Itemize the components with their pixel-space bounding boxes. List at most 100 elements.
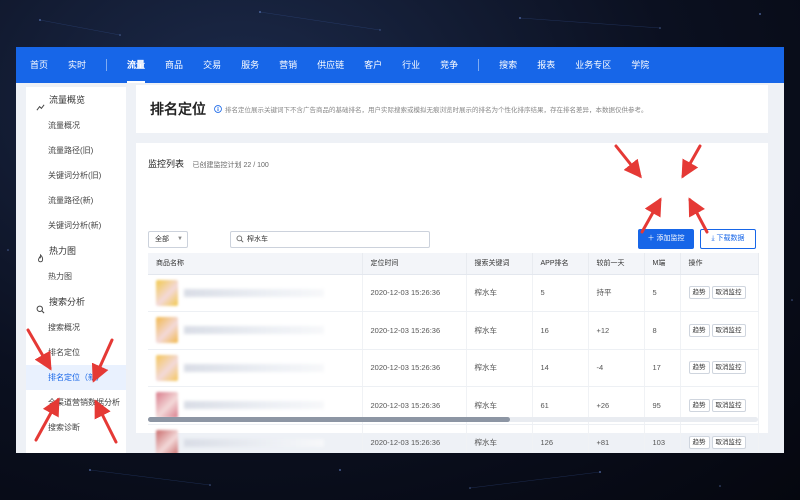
horizontal-scrollbar[interactable] <box>148 417 758 422</box>
app-window: 首页 实时 流量 商品 交易 服务 营销 供应链 客户 行业 竞争 搜索 报表 业务专区 学院 流量概览 流量… <box>16 47 784 453</box>
nav-item[interactable]: 搜索 <box>499 47 517 83</box>
add-monitor-button[interactable]: ＋ 添加监控 <box>638 229 694 249</box>
list-title-text: 监控列表 <box>148 159 185 169</box>
plan-count-label: 已创建监控计划 <box>192 162 242 169</box>
nav-item[interactable]: 供应链 <box>317 47 344 83</box>
scrollbar-thumb[interactable] <box>148 417 510 422</box>
nav-item[interactable]: 业务专区 <box>575 47 611 83</box>
column-header: 定位时间 <box>362 253 467 275</box>
nav-item[interactable]: 学院 <box>631 47 649 83</box>
sidebar-item[interactable]: 热力图 <box>26 264 126 289</box>
filter-select[interactable]: 全部 ▼ <box>148 231 188 248</box>
app-rank-cell: 16 <box>532 311 589 350</box>
column-header: 商品名称 <box>148 253 363 275</box>
product-name-blurred <box>184 363 324 372</box>
column-header: 搜索关键词 <box>466 253 533 275</box>
sidebar-group-header[interactable]: 流量概览 <box>26 87 126 113</box>
nav-item[interactable]: 流量 <box>127 47 146 83</box>
search-icon <box>36 298 45 313</box>
table-row[interactable]: 2020-12-03 15:26:36 榨水车 16 +12 8 趋势 取消监控 <box>148 311 759 350</box>
cancel-monitor-button[interactable]: 取消监控 <box>711 398 746 412</box>
nav-item[interactable]: 服务 <box>241 47 259 83</box>
page-description: 排名定位展示关键词下不含广告商品的基础排名，用户实际搜索或模拟无痕浏览时展示的排… <box>225 107 648 114</box>
sidebar-item[interactable]: 关键词分析(旧) <box>26 163 126 188</box>
sidebar-item[interactable]: 搜索概况 <box>26 315 126 340</box>
sidebar-item[interactable]: 排名定位 <box>26 340 126 365</box>
nav-item[interactable]: 客户 <box>364 47 382 83</box>
search-input-value: 榨水车 <box>247 236 268 243</box>
actions-cell: 趋势 取消监控 <box>680 274 759 312</box>
nav-item[interactable]: 商品 <box>165 47 183 83</box>
nav-item[interactable]: 实时 <box>68 47 86 83</box>
sidebar-item[interactable]: 排名定位（新） <box>26 365 126 390</box>
cancel-monitor-button[interactable]: 取消监控 <box>711 361 746 375</box>
search-icon <box>236 235 244 243</box>
column-header: 较前一天 <box>588 253 645 275</box>
sidebar-item[interactable]: 搜索诊断 <box>26 415 126 440</box>
flame-icon <box>36 247 45 262</box>
trend-button[interactable]: 趋势 <box>688 361 710 375</box>
sidebar-item[interactable]: 流量概况 <box>26 113 126 138</box>
nav-item[interactable]: 首页 <box>30 47 48 83</box>
table-row[interactable]: 2020-12-03 15:26:36 榨水车 5 持平 5 趋势 取消监控 <box>148 274 759 312</box>
add-monitor-label: 添加监控 <box>656 235 685 242</box>
product-cell[interactable] <box>148 349 363 387</box>
column-header: M端 <box>644 253 681 275</box>
table-header-row: 商品名称 定位时间 搜索关键词 APP排名 较前一天 M端 操作 <box>148 253 759 275</box>
m-rank-cell: 8 <box>644 311 681 350</box>
trend-button[interactable]: 趋势 <box>688 436 710 450</box>
product-cell[interactable] <box>148 424 363 453</box>
monitor-table: 商品名称 定位时间 搜索关键词 APP排名 较前一天 M端 操作 2020-12-03 15… <box>148 253 759 453</box>
product-thumbnail[interactable] <box>156 392 178 419</box>
time-cell: 2020-12-03 15:26:36 <box>362 274 467 312</box>
nav-item[interactable]: 营销 <box>279 47 297 83</box>
sidebar-group-label: 热力图 <box>49 246 77 256</box>
download-data-button[interactable]: ⤓ 下载数据 <box>700 229 756 249</box>
sidebar-group-header[interactable]: 搜索分析 <box>26 289 126 315</box>
nav-item[interactable]: 交易 <box>203 47 221 83</box>
cancel-monitor-button[interactable]: 取消监控 <box>711 286 746 300</box>
keyword-search-input[interactable]: 榨水车 <box>230 231 430 248</box>
sidebar-group-label: 流量概览 <box>49 95 86 105</box>
table-row[interactable]: 2020-12-03 15:26:36 榨水车 14 -4 17 趋势 取消监控 <box>148 349 759 387</box>
sidebar-group-header[interactable]: 热力图 <box>26 238 126 264</box>
product-thumbnail[interactable] <box>156 317 178 344</box>
nav-item[interactable]: 行业 <box>402 47 420 83</box>
nav-item[interactable]: 报表 <box>537 47 555 83</box>
change-cell: -4 <box>588 349 645 387</box>
nav-divider <box>478 59 480 71</box>
sidebar-item[interactable]: 全渠道营销数据分析 <box>26 390 126 415</box>
table-row[interactable]: 2020-12-03 15:26:36 榨水车 126 +81 103 趋势 取消监控 <box>148 424 759 453</box>
product-thumbnail[interactable] <box>156 429 178 453</box>
chart-bars-icon <box>36 96 45 110</box>
cancel-monitor-button[interactable]: 取消监控 <box>711 323 746 337</box>
trend-button[interactable]: 趋势 <box>688 286 710 300</box>
plan-count: 已创建监控计划 22 / 100 <box>193 162 269 169</box>
sidebar-item[interactable]: 流量路径(旧) <box>26 138 126 163</box>
time-cell: 2020-12-03 15:26:36 <box>362 311 467 350</box>
sidebar-item[interactable]: 流量路径(新) <box>26 188 126 213</box>
product-cell[interactable] <box>148 274 363 312</box>
actions-cell: 趋势 取消监控 <box>680 349 759 387</box>
product-thumbnail[interactable] <box>156 279 178 306</box>
app-rank-cell: 14 <box>532 349 589 387</box>
m-rank-cell: 17 <box>644 349 681 387</box>
keyword-cell: 榨水车 <box>466 311 533 350</box>
product-name-blurred <box>184 438 324 447</box>
list-title: 监控列表 已创建监控计划 22 / 100 <box>148 157 269 170</box>
trend-button[interactable]: 趋势 <box>688 398 710 412</box>
product-cell[interactable] <box>148 311 363 350</box>
product-thumbnail[interactable] <box>156 354 178 381</box>
app-rank-cell: 5 <box>532 274 589 312</box>
sidebar: 流量概览流量概况 流量路径(旧) 关键词分析(旧) 流量路径(新) 关键词分析(新) 热力… <box>26 87 126 453</box>
trend-button[interactable]: 趋势 <box>688 323 710 337</box>
product-name-blurred <box>184 326 324 335</box>
cancel-monitor-button[interactable]: 取消监控 <box>711 436 746 450</box>
chevron-down-icon: ▼ <box>177 236 183 242</box>
change-cell: +81 <box>588 424 645 453</box>
nav-item[interactable]: 竞争 <box>440 47 458 83</box>
page-header: 排名定位 排名定位展示关键词下不含广告商品的基础排名，用户实际搜索或模拟无痕浏览… <box>136 85 768 133</box>
info-icon <box>214 105 222 113</box>
keyword-cell: 榨水车 <box>466 274 533 312</box>
sidebar-item[interactable]: 关键词分析(新) <box>26 213 126 238</box>
